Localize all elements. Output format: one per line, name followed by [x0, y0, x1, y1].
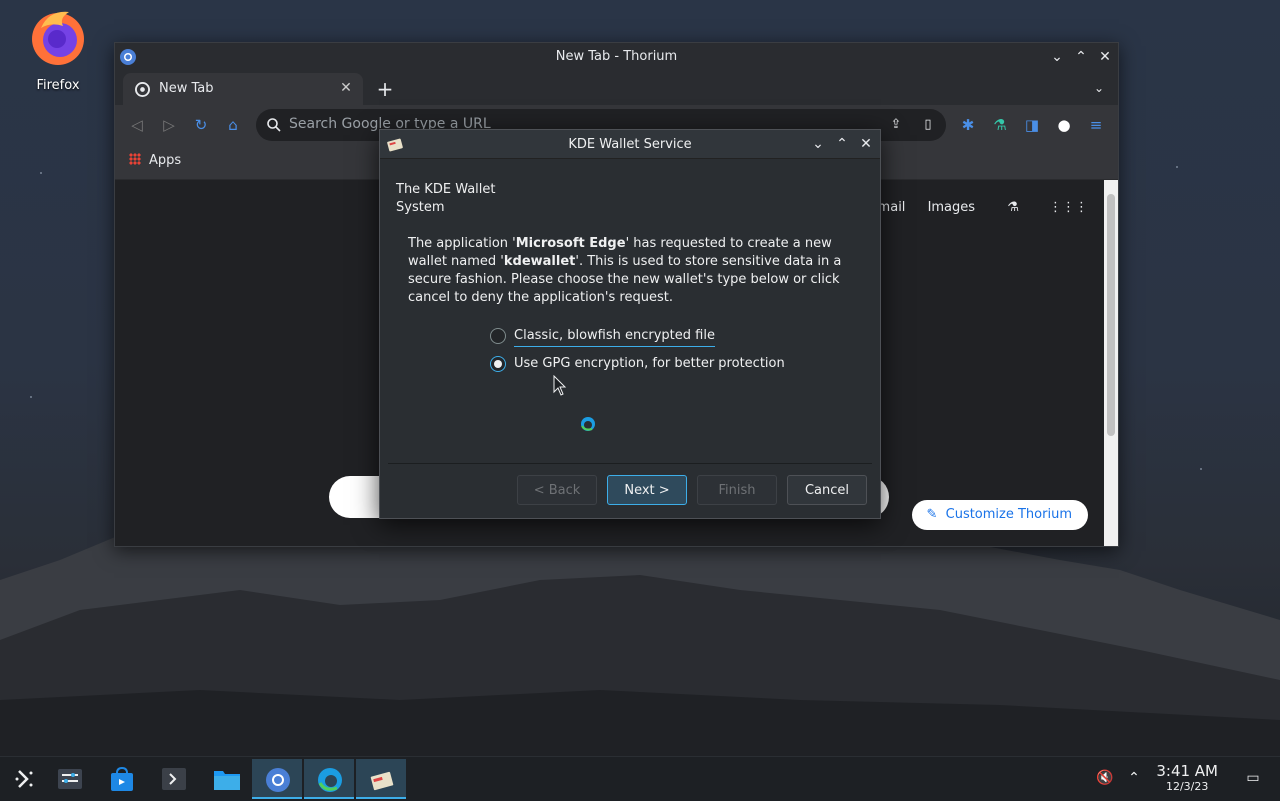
tab-close-icon[interactable]: ✕ — [337, 79, 355, 97]
window-title: New Tab - Thorium — [555, 49, 678, 64]
labs-icon[interactable]: ⚗ — [1007, 200, 1019, 215]
back-button[interactable]: < Back — [517, 475, 597, 505]
taskbar-thorium[interactable] — [252, 759, 302, 799]
dialog-maximize-button[interactable]: ⌃ — [832, 134, 852, 154]
customize-thorium-button[interactable]: ✎ Customize Thorium — [912, 500, 1088, 530]
dialog-minimize-button[interactable]: ⌄ — [808, 134, 828, 154]
taskbar-discover[interactable] — [96, 759, 146, 799]
page-links: Gmail Images ⚗ ⋮⋮⋮ — [849, 200, 1088, 215]
tab-strip: New Tab ✕ + ⌄ — [115, 71, 1118, 105]
scrollbar-thumb[interactable] — [1107, 194, 1115, 436]
message-app-name: Microsoft Edge — [515, 236, 626, 251]
discover-store-icon — [111, 767, 133, 791]
maximize-button[interactable]: ⌃ — [1071, 47, 1091, 67]
dialog-title: KDE Wallet Service — [568, 137, 692, 152]
dialog-heading: The KDE Wallet System — [396, 182, 496, 215]
dialog-separator — [388, 463, 872, 464]
dialog-message: The application 'Microsoft Edge' has req… — [408, 235, 848, 307]
kde-wallet-icon — [370, 771, 394, 791]
app-launcher-button[interactable] — [0, 759, 50, 799]
search-icon — [267, 118, 281, 132]
apps-grid-icon — [129, 153, 141, 165]
images-link[interactable]: Images — [928, 200, 976, 215]
taskbar-kde-wallet[interactable] — [356, 759, 406, 799]
next-button[interactable]: Next > — [607, 475, 687, 505]
taskbar-system-settings[interactable] — [44, 759, 94, 799]
reload-button[interactable]: ↻ — [191, 115, 211, 135]
show-desktop-icon[interactable]: ▭ — [1244, 769, 1262, 787]
dialog-titlebar[interactable]: KDE Wallet Service ⌄ ⌃ ✕ — [380, 130, 880, 159]
forward-button[interactable]: ▷ — [159, 115, 179, 135]
flask-extension-icon[interactable]: ⚗ — [990, 115, 1010, 135]
taskbar: 🔇 ⌃ 3:41 AM 12/3/23 ▭ — [0, 756, 1280, 801]
dialog-close-button[interactable]: ✕ — [856, 134, 876, 154]
microsoft-edge-icon — [581, 417, 595, 431]
tab-search-icon[interactable]: ⌄ — [1090, 79, 1108, 97]
taskbar-dolphin[interactable] — [200, 759, 250, 799]
kde-wallet-dialog: KDE Wallet Service ⌄ ⌃ ✕ The KDE Wallet … — [379, 129, 881, 519]
tray-expand-icon[interactable]: ⌃ — [1125, 769, 1143, 787]
digital-clock[interactable]: 3:41 AM 12/3/23 — [1156, 762, 1218, 793]
volume-muted-icon[interactable]: 🔇 — [1096, 769, 1114, 787]
desktop-icon-firefox[interactable]: Firefox — [22, 8, 94, 93]
cancel-button[interactable]: Cancel — [787, 475, 867, 505]
mouse-cursor-icon — [553, 375, 567, 396]
finish-button[interactable]: Finish — [697, 475, 777, 505]
option-label: Use GPG encryption, for better protectio… — [514, 356, 785, 371]
menu-icon[interactable]: ≡ — [1086, 115, 1106, 135]
profile-icon[interactable]: ● — [1054, 115, 1074, 135]
extensions-icon[interactable]: ✱ — [958, 115, 978, 135]
app-launcher-icon — [15, 770, 33, 788]
window-titlebar[interactable]: New Tab - Thorium ⌄ ⌃ ✕ — [115, 43, 1118, 71]
pencil-icon: ✎ — [926, 507, 938, 522]
thorium-browser-icon — [266, 768, 290, 792]
chrome-favicon-icon — [135, 82, 150, 97]
taskbar-konsole[interactable] — [148, 759, 198, 799]
share-icon[interactable]: ⇪ — [886, 115, 906, 135]
desktop-icon-label: Firefox — [36, 78, 80, 93]
bookmark-icon[interactable]: ▯ — [918, 115, 938, 135]
dolphin-files-icon — [214, 771, 240, 790]
system-settings-icon — [58, 769, 82, 789]
tab-new-tab[interactable]: New Tab ✕ — [123, 73, 363, 105]
close-button[interactable]: ✕ — [1095, 47, 1115, 67]
tab-title: New Tab — [159, 81, 214, 96]
home-button[interactable]: ⌂ — [223, 115, 243, 135]
clock-date: 12/3/23 — [1165, 780, 1209, 793]
sidebar-icon[interactable]: ◨ — [1022, 115, 1042, 135]
taskbar-microsoft-edge[interactable] — [304, 759, 354, 799]
option-label: Classic, blowfish encrypted file — [514, 326, 715, 347]
minimize-button[interactable]: ⌄ — [1047, 47, 1067, 67]
page-scrollbar[interactable] — [1104, 180, 1118, 546]
microsoft-edge-icon — [318, 768, 342, 792]
message-wallet-name: kdewallet — [503, 254, 576, 269]
new-tab-button[interactable]: + — [373, 77, 397, 101]
apps-bookmark[interactable]: Apps — [129, 153, 181, 168]
radio-button[interactable] — [490, 328, 506, 344]
back-button[interactable]: ◁ — [127, 115, 147, 135]
radio-button-checked[interactable] — [490, 356, 506, 372]
firefox-icon — [32, 11, 84, 65]
message-part-1: The application ' — [408, 236, 516, 251]
apps-label: Apps — [149, 153, 182, 168]
customize-label: Customize Thorium — [945, 507, 1072, 522]
apps-launcher-icon[interactable]: ⋮⋮⋮ — [1049, 200, 1088, 215]
clock-time: 3:41 AM — [1156, 762, 1218, 780]
konsole-icon — [162, 768, 186, 790]
